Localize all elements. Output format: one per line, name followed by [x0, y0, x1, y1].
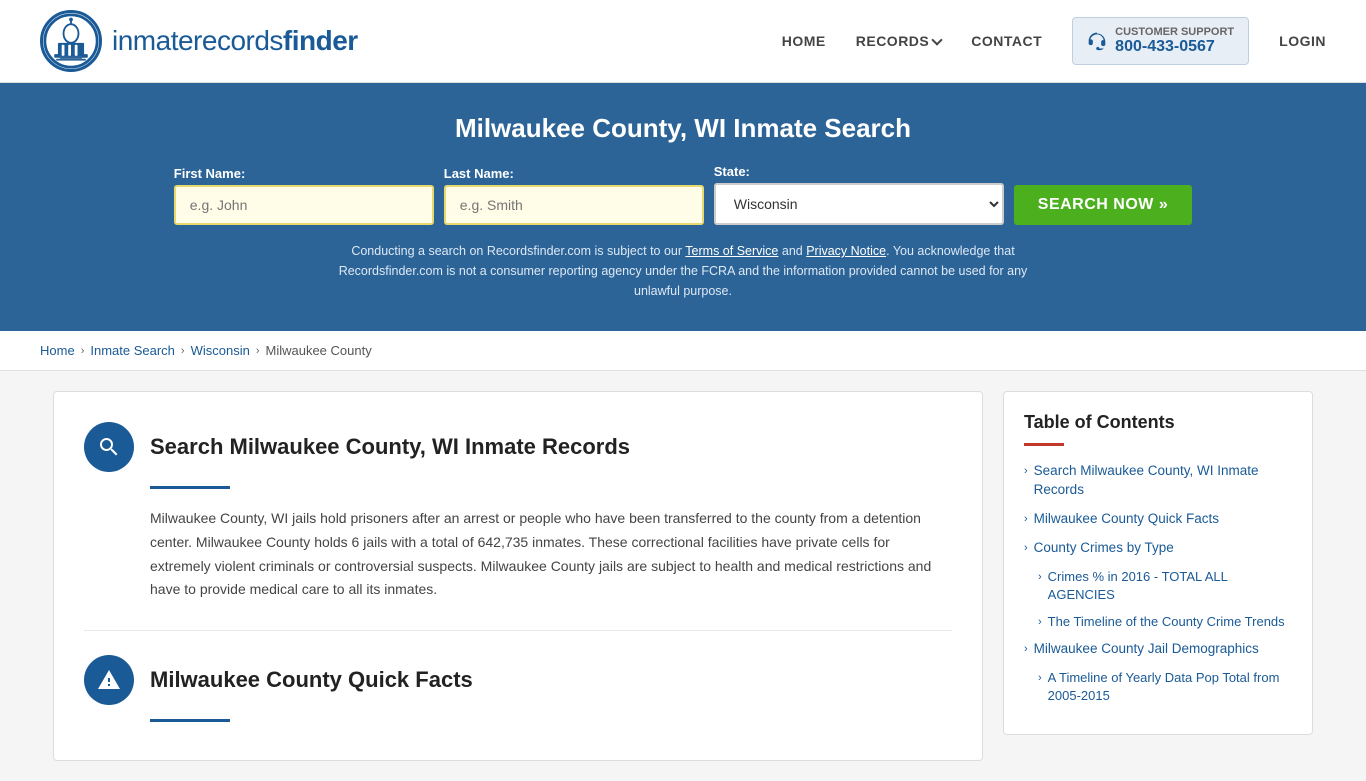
state-label: State: [714, 164, 750, 179]
logo-wordmark: inmaterecordsfinder [112, 25, 358, 57]
last-name-group: Last Name: [444, 166, 704, 225]
support-info: CUSTOMER SUPPORT 800-433-0567 [1115, 26, 1234, 56]
sidebar: Table of Contents › Search Milwaukee Cou… [1003, 391, 1313, 761]
content-area: Search Milwaukee County, WI Inmate Recor… [53, 391, 983, 761]
toc-subitem-0[interactable]: › Crimes % in 2016 - TOTAL ALL AGENCIES [1038, 568, 1292, 604]
toc-sub-chevron-2: › [1038, 671, 1042, 686]
toc-chevron-0: › [1024, 464, 1028, 479]
first-name-label: First Name: [174, 166, 246, 181]
section1-underline [150, 486, 230, 489]
toc-chevron-1: › [1024, 512, 1028, 527]
magnify-icon [97, 435, 121, 459]
hero-section: Milwaukee County, WI Inmate Search First… [0, 83, 1366, 331]
toc-subitem-1[interactable]: › The Timeline of the County Crime Trend… [1038, 613, 1292, 631]
toc-box: Table of Contents › Search Milwaukee Cou… [1003, 391, 1313, 735]
hero-title: Milwaukee County, WI Inmate Search [40, 113, 1326, 144]
toc-item-1[interactable]: › Milwaukee County Quick Facts [1024, 510, 1292, 529]
logo-icon [40, 10, 102, 72]
nav-home[interactable]: HOME [782, 33, 826, 49]
first-name-input[interactable] [174, 185, 434, 225]
nav-contact[interactable]: CONTACT [971, 33, 1042, 49]
toc-chevron-3: › [1024, 642, 1028, 657]
search-form: First Name: Last Name: State: Wisconsin … [40, 164, 1326, 225]
breadcrumb-wisconsin[interactable]: Wisconsin [191, 343, 250, 358]
main-nav: HOME RECORDS CONTACT CUSTOMER SUPPORT 80… [782, 17, 1326, 65]
support-box[interactable]: CUSTOMER SUPPORT 800-433-0567 [1072, 17, 1249, 65]
section1-header: Search Milwaukee County, WI Inmate Recor… [84, 422, 952, 472]
last-name-input[interactable] [444, 185, 704, 225]
nav-login[interactable]: LOGIN [1279, 33, 1326, 49]
section1-title: Search Milwaukee County, WI Inmate Recor… [150, 434, 630, 460]
breadcrumb-sep-1: › [81, 345, 85, 357]
section2-title: Milwaukee County Quick Facts [150, 667, 473, 693]
breadcrumb-current: Milwaukee County [266, 343, 372, 358]
toc-sub-chevron-0: › [1038, 570, 1042, 585]
privacy-link[interactable]: Privacy Notice [806, 244, 886, 258]
toc-title: Table of Contents [1024, 412, 1292, 433]
search-button[interactable]: SEARCH NOW » [1014, 185, 1192, 225]
breadcrumb-home[interactable]: Home [40, 343, 75, 358]
state-select[interactable]: Wisconsin Alabama Alaska Arizona [714, 183, 1004, 225]
toc-underline [1024, 443, 1064, 446]
breadcrumb: Home › Inmate Search › Wisconsin › Milwa… [0, 331, 1366, 371]
toc-chevron-2: › [1024, 541, 1028, 556]
section1-body: Milwaukee County, WI jails hold prisoner… [150, 507, 952, 602]
breadcrumb-sep-3: › [256, 345, 260, 357]
section-divider [84, 630, 952, 631]
main-content: Search Milwaukee County, WI Inmate Recor… [33, 391, 1333, 761]
logo[interactable]: inmaterecordsfinder [40, 10, 358, 72]
warning-icon [97, 668, 121, 692]
toc-sub-chevron-1: › [1038, 615, 1042, 630]
quickfacts-section-icon [84, 655, 134, 705]
hero-disclaimer: Conducting a search on Recordsfinder.com… [333, 241, 1033, 301]
section2-header: Milwaukee County Quick Facts [84, 655, 952, 705]
section2-underline [150, 719, 230, 722]
toc-subitem-2[interactable]: › A Timeline of Yearly Data Pop Total fr… [1038, 669, 1292, 705]
state-group: State: Wisconsin Alabama Alaska Arizona [714, 164, 1004, 225]
toc-item-0[interactable]: › Search Milwaukee County, WI Inmate Rec… [1024, 462, 1292, 500]
first-name-group: First Name: [174, 166, 434, 225]
nav-records[interactable]: RECORDS [856, 33, 942, 49]
search-section-icon [84, 422, 134, 472]
headphone-icon [1087, 31, 1107, 51]
site-header: inmaterecordsfinder HOME RECORDS CONTACT… [0, 0, 1366, 83]
toc-item-3[interactable]: › Milwaukee County Jail Demographics [1024, 640, 1292, 659]
breadcrumb-inmate-search[interactable]: Inmate Search [90, 343, 175, 358]
toc-item-2[interactable]: › County Crimes by Type [1024, 539, 1292, 558]
records-dropdown-icon [932, 34, 943, 45]
breadcrumb-sep-2: › [181, 345, 185, 357]
last-name-label: Last Name: [444, 166, 514, 181]
terms-link[interactable]: Terms of Service [685, 244, 778, 258]
